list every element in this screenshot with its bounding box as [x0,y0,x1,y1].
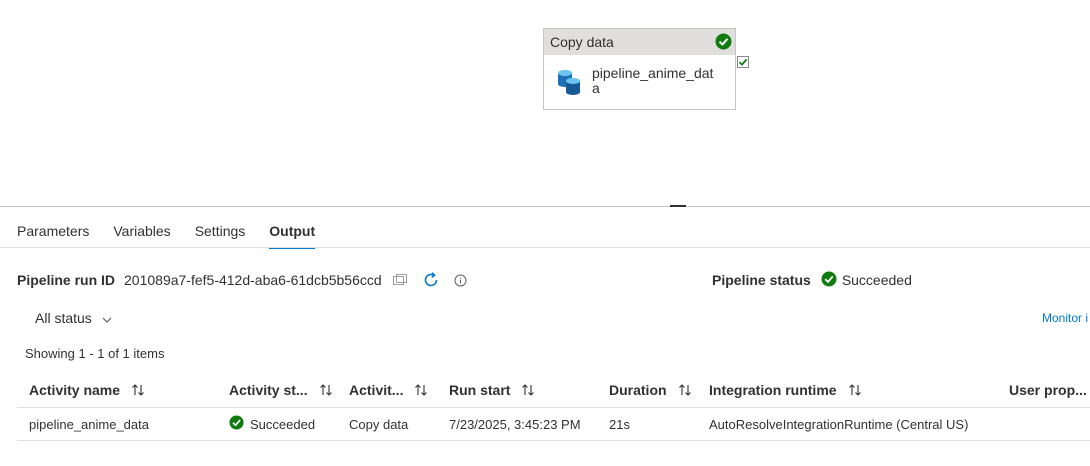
tab-parameters[interactable]: Parameters [17,215,89,248]
pipeline-run-id-row: Pipeline run ID 201089a7-fef5-412d-aba6-… [17,270,481,290]
column-duration[interactable]: Duration [609,372,692,407]
column-run-start[interactable]: Run start [449,372,535,407]
info-icon[interactable] [454,274,467,287]
tab-settings[interactable]: Settings [195,215,246,248]
run-id-label: Pipeline run ID [17,272,116,288]
pipeline-status-value: Succeeded [841,272,912,288]
success-check-icon [821,271,837,290]
pipeline-status-label: Pipeline status [712,272,811,288]
pipeline-canvas[interactable]: Copy data pipeline_anime_data [0,0,1090,206]
status-filter-label: All status [35,310,92,326]
tab-variables[interactable]: Variables [113,215,170,248]
column-activity-name[interactable]: Activity name [29,372,145,407]
sort-icon[interactable] [678,383,692,397]
panel-splitter[interactable] [0,206,1090,207]
tab-output[interactable]: Output [269,215,315,249]
on-success-connector-icon[interactable] [737,56,749,68]
sort-icon[interactable] [414,383,428,397]
success-check-icon [715,33,732,53]
cell-integration-runtime: AutoResolveIntegrationRuntime (Central U… [709,416,969,432]
sort-icon[interactable] [521,383,535,397]
chevron-down-icon [102,310,112,326]
cell-activity-status: Succeeded [229,408,315,440]
cell-activity-type: Copy data [349,416,409,432]
activity-type-label: Copy data [550,34,614,50]
success-check-icon [229,415,244,433]
items-count: Showing 1 - 1 of 1 items [25,346,165,361]
cell-run-start: 7/23/2025, 3:45:23 PM [449,416,581,432]
column-user-properties[interactable]: User prop... [1009,372,1087,407]
cell-activity-name: pipeline_anime_data [29,416,149,432]
cell-duration: 21s [609,416,630,432]
activity-header: Copy data [544,29,735,55]
activity-body: pipeline_anime_data [544,55,735,101]
refresh-icon[interactable] [422,271,440,289]
column-activity-status[interactable]: Activity st... [229,372,333,407]
sort-icon[interactable] [131,383,145,397]
table-header: Activity name Activity st... Activit... … [17,372,1090,408]
activity-runs-table: Activity name Activity st... Activit... … [17,372,1090,441]
sort-icon[interactable] [848,383,862,397]
splitter-grip-icon[interactable] [670,205,686,207]
copy-icon[interactable] [392,274,408,286]
copy-data-activity-node[interactable]: Copy data pipeline_anime_data [543,28,736,110]
status-filter-dropdown[interactable]: All status [35,310,112,326]
table-row[interactable]: pipeline_anime_data Succeeded Copy data … [17,408,1090,441]
tabs-divider [0,247,1090,248]
column-integration-runtime[interactable]: Integration runtime [709,372,862,407]
column-activity-type[interactable]: Activit... [349,372,428,407]
run-id-value: 201089a7-fef5-412d-aba6-61dcb5b56ccd [124,272,382,288]
sort-icon[interactable] [319,383,333,397]
database-icon [556,68,582,101]
bottom-panel-tabs: Parameters Variables Settings Output [17,215,339,249]
pipeline-status-row: Pipeline status Succeeded [712,270,912,290]
monitor-link[interactable]: Monitor i [1042,311,1088,325]
activity-name: pipeline_anime_data [592,65,714,96]
